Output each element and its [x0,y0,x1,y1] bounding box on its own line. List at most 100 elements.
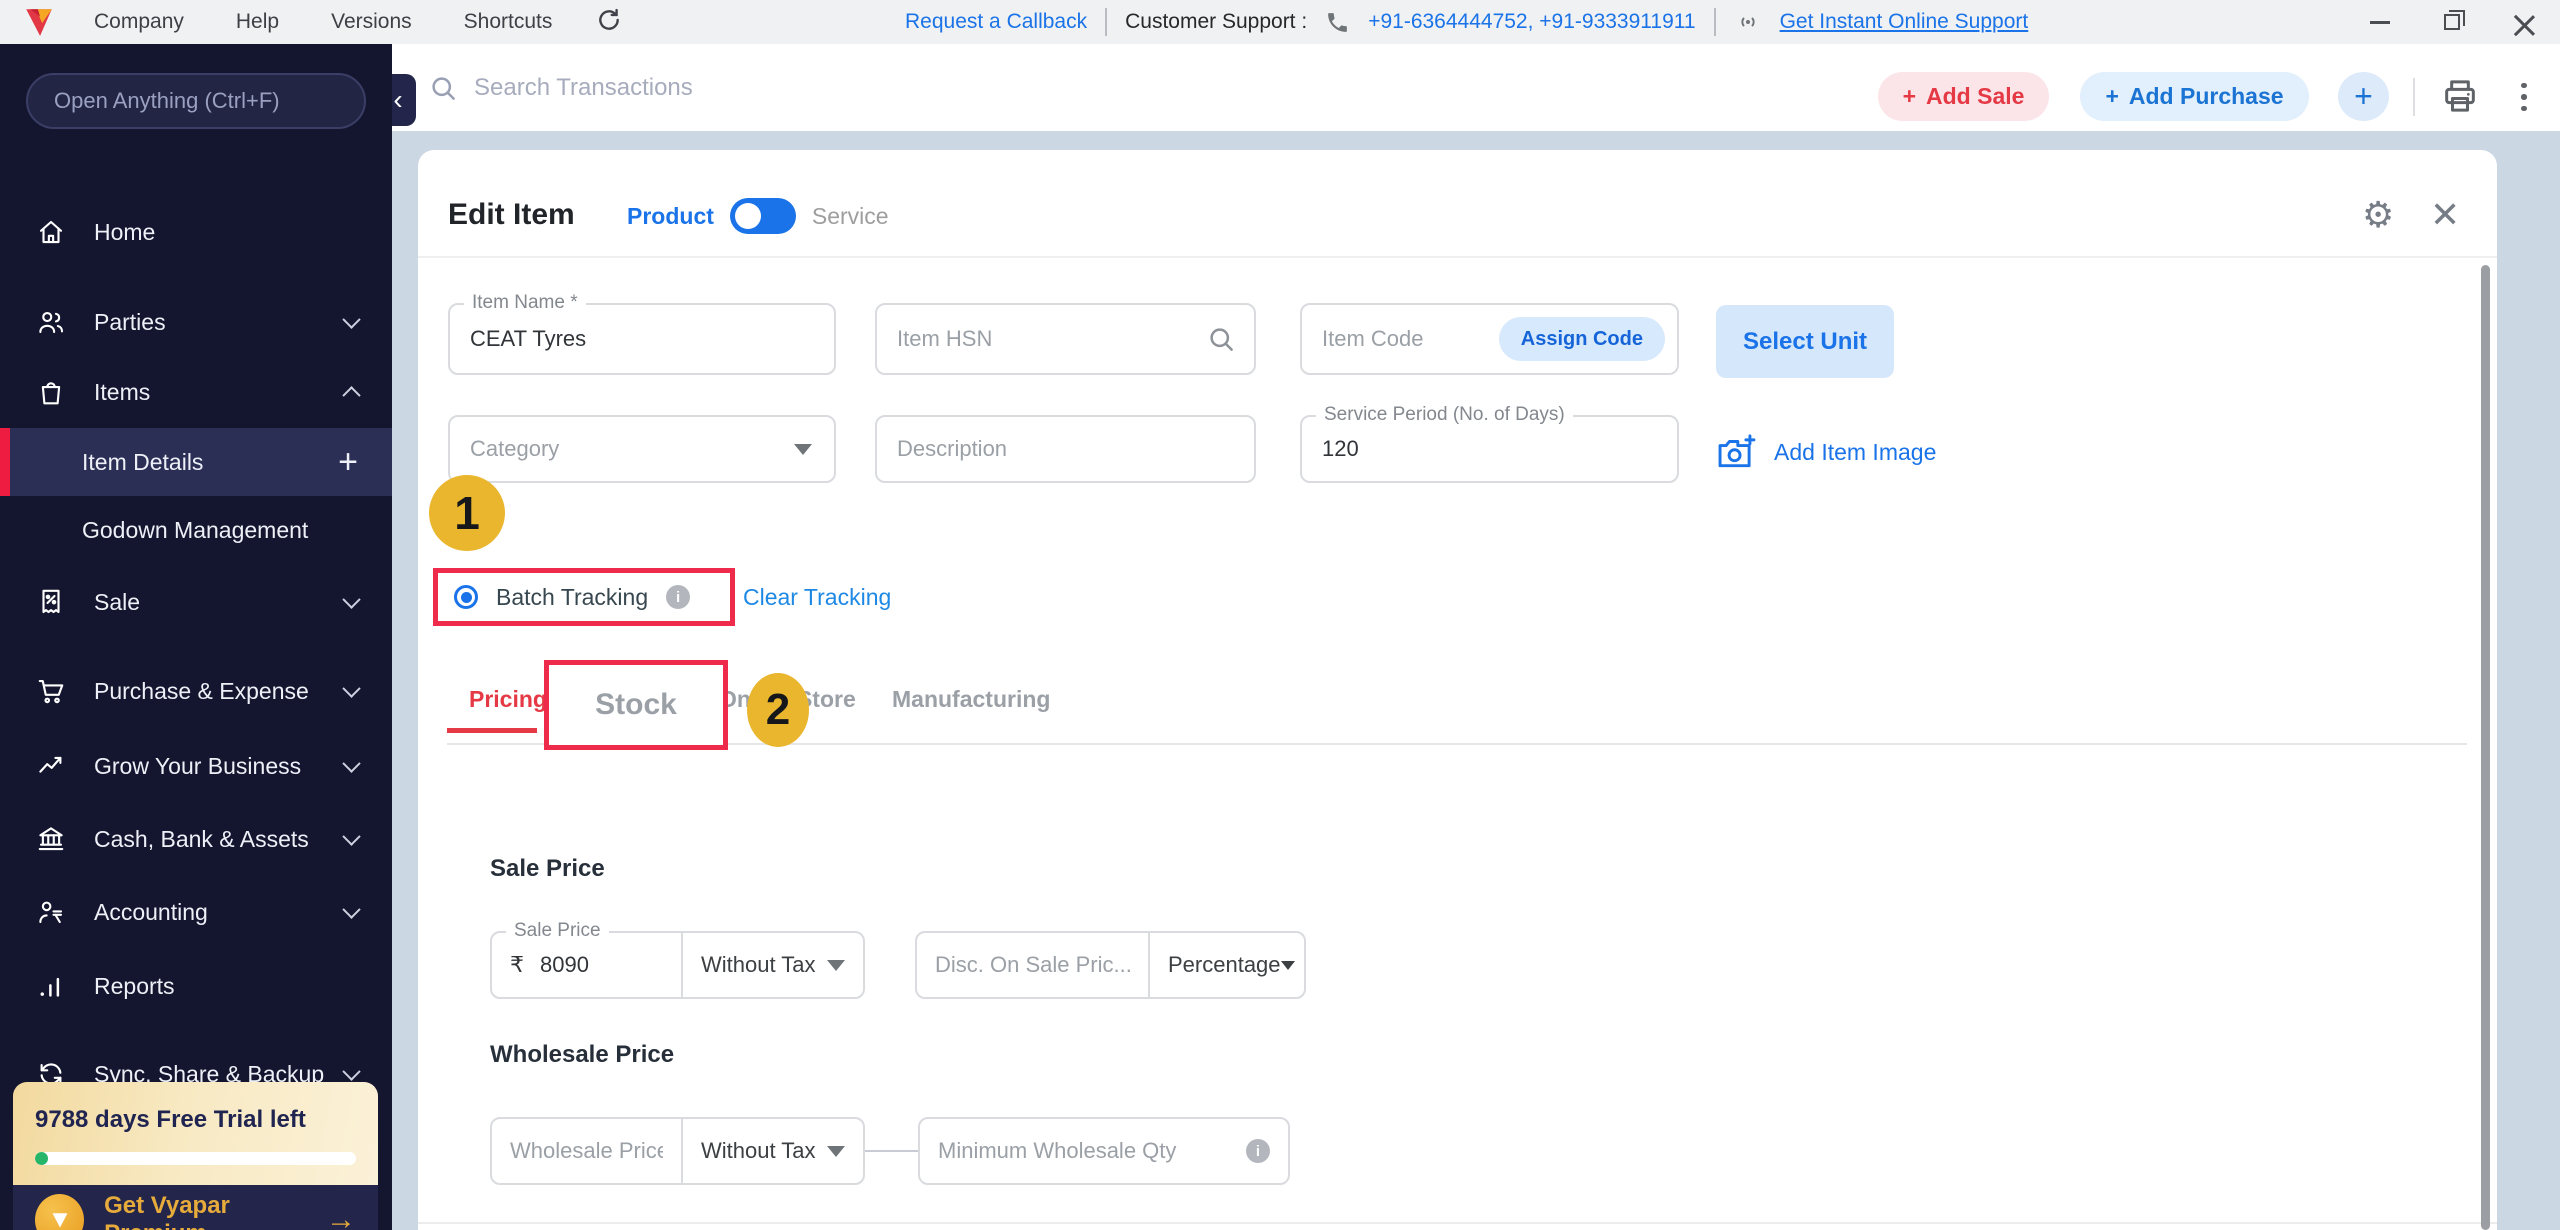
minimize-button[interactable] [2344,0,2416,44]
vyapar-logo-icon [26,9,52,36]
window-controls [2344,0,2560,44]
tab-pricing[interactable]: Pricing [469,686,547,713]
clear-tracking-link[interactable]: Clear Tracking [743,584,891,611]
batch-tracking-radio[interactable] [454,585,478,609]
info-icon[interactable]: i [1246,1139,1270,1163]
item-name-field[interactable]: Item Name * [448,292,836,375]
sale-price-label: Sale Price [506,920,609,942]
print-button[interactable] [2440,76,2480,121]
modal-scrollbar[interactable] [2481,265,2490,1230]
sidebar-item-accounting[interactable]: Accounting [0,876,392,948]
open-anything-input[interactable] [54,88,338,114]
item-hsn-input[interactable] [877,326,1206,352]
divider [418,1222,2497,1224]
sidebar-item-sale[interactable]: Sale [0,566,392,638]
add-purchase-button[interactable]: + Add Purchase [2080,72,2309,121]
menu-shortcuts[interactable]: Shortcuts [464,10,553,34]
close-icon [2514,12,2534,32]
cart-icon [34,674,68,708]
sidebar-item-cash-bank-assets[interactable]: Cash, Bank & Assets [0,803,392,875]
discount-input[interactable] [917,952,1148,978]
sidebar-item-item-details[interactable]: Item Details + [0,428,392,496]
sale-tax-dropdown[interactable]: Without Tax [681,931,865,999]
request-callback-link[interactable]: Request a Callback [905,10,1087,34]
sidebar-item-reports[interactable]: Reports [0,950,392,1022]
info-icon[interactable]: i [666,585,691,609]
service-period-input[interactable] [1302,436,1677,462]
divider [418,256,2497,258]
item-code-input[interactable] [1302,326,1499,352]
sidebar-item-parties[interactable]: Parties [0,286,392,358]
online-support-link[interactable]: Get Instant Online Support [1780,10,2029,34]
chevron-up-icon [342,385,361,405]
sale-price-field[interactable]: Sale Price ₹ 8090 [490,920,683,999]
sale-price-group: Sale Price ₹ 8090 Without Tax [490,920,865,999]
min-wholesale-qty-field[interactable]: i [918,1117,1290,1185]
chevron-down-icon [342,826,361,846]
modal-title: Edit Item [448,198,575,231]
item-code-field[interactable]: Assign Code [1300,303,1679,375]
add-item-image-button[interactable]: Add Item Image [1716,432,1936,472]
menu-versions[interactable]: Versions [331,10,412,34]
wholesale-tax-dropdown[interactable]: Without Tax [681,1117,865,1185]
wholesale-tax-value: Without Tax [701,1138,816,1163]
live-support-icon [1740,17,1755,27]
sidebar-item-label: Cash, Bank & Assets [94,825,309,852]
item-hsn-field[interactable] [875,303,1256,375]
chevron-down-icon [342,1061,361,1081]
service-period-field[interactable]: Service Period (No. of Days) [1300,404,1679,483]
wholesale-price-heading: Wholesale Price [490,1041,675,1068]
item-name-label: Item Name * [464,292,586,314]
add-sale-button[interactable]: + Add Sale [1878,72,2049,121]
close-modal-icon[interactable]: ✕ [2430,194,2460,236]
discount-field[interactable] [915,931,1150,999]
refresh-icon[interactable] [596,7,622,38]
sidebar-item-purchase-expense[interactable]: Purchase & Expense [0,655,392,727]
active-tab-underline [447,728,537,733]
service-label[interactable]: Service [812,203,889,230]
wholesale-price-input[interactable] [492,1138,681,1164]
product-label[interactable]: Product [627,203,714,230]
quick-add-button[interactable]: + [2338,72,2389,121]
chevron-down-icon [342,309,361,329]
support-phone-numbers[interactable]: +91-6364444752, +91-9333911911 [1368,10,1695,34]
discount-type-dropdown[interactable]: Percentage [1148,931,1306,999]
assign-code-button[interactable]: Assign Code [1498,317,1665,361]
open-anything-search[interactable] [26,73,366,129]
stock-tab-highlight-box: Stock [544,660,728,750]
tab-manufacturing[interactable]: Manufacturing [892,686,1050,713]
sidebar-item-label: Parties [94,308,166,335]
sidebar-item-items[interactable]: Items [0,356,392,428]
category-input[interactable] [450,436,794,462]
close-window-button[interactable] [2488,0,2560,44]
plus-icon: + [1902,83,1916,109]
customer-support-label: Customer Support : [1125,10,1308,33]
item-name-input[interactable] [450,326,834,352]
maximize-button[interactable] [2416,0,2488,44]
more-options-button[interactable] [2504,76,2544,118]
items-bag-icon [34,375,68,409]
wholesale-price-field[interactable] [490,1117,683,1185]
get-premium-button[interactable]: Get Vyapar Premium → [13,1185,378,1230]
category-dropdown[interactable] [448,415,836,483]
parties-icon [34,305,68,339]
menu-help[interactable]: Help [236,10,279,34]
hsn-search-icon[interactable] [1206,324,1236,354]
add-item-plus-icon[interactable]: + [338,445,358,479]
description-field[interactable] [875,415,1256,483]
product-service-toggle[interactable] [729,198,796,234]
tab-stock[interactable]: Stock [595,688,677,722]
sidebar-item-label: Grow Your Business [94,752,302,779]
description-input[interactable] [877,436,1254,462]
wholesale-group: Without Tax i [490,1117,1290,1185]
menu-company[interactable]: Company [94,10,184,34]
transaction-search-input[interactable] [474,73,1174,102]
select-unit-button[interactable]: Select Unit [1716,305,1894,378]
transaction-search[interactable] [428,44,1328,131]
sidebar-item-home[interactable]: Home [0,196,392,268]
settings-gear-icon[interactable]: ⚙ [2362,194,2394,236]
sidebar-item-grow-your-business[interactable]: Grow Your Business [0,730,392,802]
min-wholesale-qty-input[interactable] [920,1138,1246,1164]
sidebar-item-godown-management[interactable]: Godown Management [0,496,392,564]
minimize-icon [2370,20,2390,24]
